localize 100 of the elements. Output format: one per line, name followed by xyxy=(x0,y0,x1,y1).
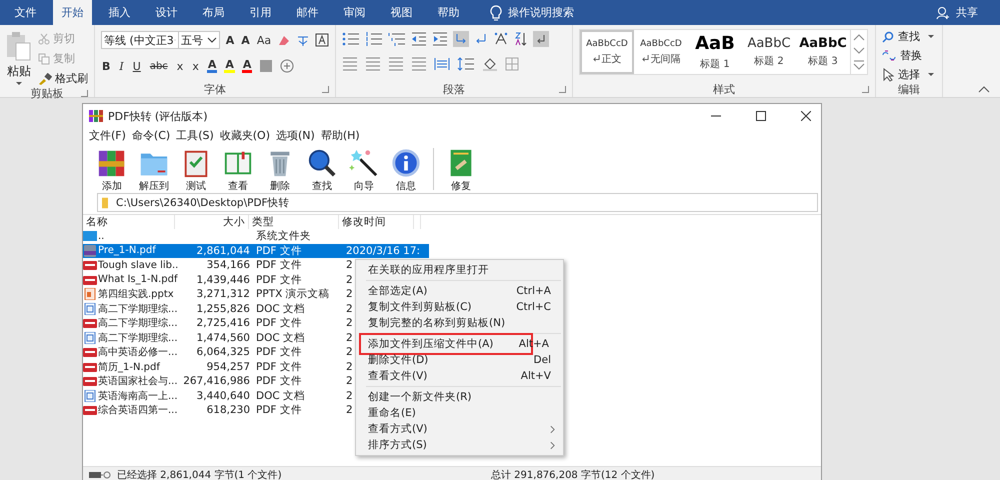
toolbar-button[interactable]: 向导 xyxy=(345,148,383,193)
context-menu-item[interactable]: 查看文件(V) Alt+V xyxy=(356,368,563,384)
group-label: 编辑 xyxy=(898,82,920,97)
file-modified: 2 xyxy=(346,404,353,416)
context-menu-item[interactable]: 复制文件到剪贴板(C) Ctrl+C xyxy=(356,299,563,315)
color-letter-button[interactable]: A xyxy=(206,59,218,73)
file-name: 英语海南高一上... xyxy=(98,390,178,403)
menu-item[interactable]: 工具(S) xyxy=(176,128,214,143)
path-field[interactable]: C:\Users\26340\Desktop\PDF快转 xyxy=(97,193,818,212)
group-label: 样式 xyxy=(713,82,735,96)
ribbon-tab[interactable]: 文件 xyxy=(6,0,45,25)
font-tool-button[interactable]: A xyxy=(224,34,236,46)
clipboard-command[interactable]: 格式刷 xyxy=(55,71,88,86)
context-menu-item[interactable]: 复制完整的名称到剪贴板(N) xyxy=(356,315,563,331)
file-modified: 2 xyxy=(346,302,353,315)
toolbar-button[interactable]: 查找 xyxy=(303,148,341,193)
file-modified: 2 xyxy=(346,259,353,272)
style-gallery-item[interactable]: AaBbC 标题 2 xyxy=(742,30,796,74)
toolbar-button[interactable]: 测试 xyxy=(177,148,215,193)
tell-me-search[interactable]: 操作说明搜索 xyxy=(508,5,574,20)
file-type: PDF 文件 xyxy=(255,258,303,272)
font-style-button[interactable]: abc xyxy=(148,60,169,72)
file-row[interactable]: Pre_1-N.pdf 2,861,044 PDF 文件 2020/3/16 17: xyxy=(83,244,429,258)
column-header[interactable]: 大小 xyxy=(175,215,249,229)
context-menu-item[interactable]: 创建一个新文件夹(R) xyxy=(356,389,563,405)
column-header[interactable]: 名称 xyxy=(83,215,175,229)
column-header[interactable]: 类型 xyxy=(249,215,339,229)
context-menu-item[interactable]: 全部选定(A) Ctrl+A xyxy=(356,283,563,299)
status-text: 已经选择 2,861,044 字节(1 个文件) xyxy=(117,468,283,480)
menu-item[interactable]: 文件(F) xyxy=(89,128,126,143)
toolbar-button[interactable]: 查看 xyxy=(219,148,257,193)
ribbon-tab[interactable]: 审阅 xyxy=(335,0,374,25)
column-header[interactable]: 修改时间 xyxy=(339,215,414,229)
file-modified: 2 xyxy=(346,346,353,358)
color-letter-button[interactable]: A xyxy=(242,59,252,73)
ribbon-tab[interactable]: 布局 xyxy=(194,0,233,25)
font-style-button[interactable]: B xyxy=(101,60,112,72)
font-style-button[interactable]: I xyxy=(118,60,125,72)
file-size: 1,474,560 xyxy=(196,332,251,344)
ribbon-tab[interactable]: 邮件 xyxy=(288,0,327,25)
file-name: What Is_1-N.pdf xyxy=(98,274,178,286)
file-size: 3,440,640 xyxy=(196,390,251,402)
menu-item[interactable]: 帮助(H) xyxy=(320,128,360,143)
ribbon-tab[interactable]: 开始 xyxy=(53,0,92,25)
style-gallery-item[interactable]: AaBbCcD 无间隔 xyxy=(634,30,688,74)
file-type: PDF 文件 xyxy=(255,403,303,418)
context-menu-item[interactable]: 重命名(E) xyxy=(356,405,563,421)
file-modified: 2 xyxy=(346,375,353,388)
window-title: PDF快转 (评估版本) xyxy=(108,108,208,124)
file-type: PDF 文件 xyxy=(255,374,303,388)
context-menu-item[interactable]: 在关联的应用程序里打开 xyxy=(356,262,563,278)
file-modified: 2 xyxy=(346,317,353,330)
file-name: 英语国家社会与... xyxy=(98,374,178,388)
file-size: 954,257 xyxy=(206,360,251,373)
status-text: 总计 291,876,208 字节(12 个文件) xyxy=(491,468,655,480)
font-name-dropdown[interactable]: 等线 (中文正3 xyxy=(101,31,179,49)
group-label: 段落 xyxy=(443,82,465,96)
file-size: 1,255,826 xyxy=(196,302,251,315)
toolbar-button[interactable]: 解压到 xyxy=(135,148,173,193)
menu-item[interactable]: 选项(N) xyxy=(276,128,315,143)
file-size: 618,230 xyxy=(206,404,251,416)
context-menu-item[interactable]: 查看方式(V) xyxy=(356,421,563,437)
file-row[interactable]: .. 系统文件夹 xyxy=(83,229,429,244)
ribbon-tab[interactable]: 设计 xyxy=(147,0,186,25)
toolbar-button[interactable]: 添加 xyxy=(93,148,131,193)
font-size-dropdown[interactable]: 五号 xyxy=(178,31,220,49)
style-gallery-item[interactable]: AaBbC 标题 3 xyxy=(796,30,850,74)
toolbar-button[interactable]: 删除 xyxy=(261,148,299,193)
file-modified: 2 xyxy=(346,390,353,402)
menu-item[interactable]: 收藏夹(O) xyxy=(220,128,270,143)
ribbon-tab[interactable]: 视图 xyxy=(382,0,421,25)
paste-button[interactable]: 粘贴 xyxy=(7,63,31,80)
file-size: 267,416,986 xyxy=(182,375,251,388)
editing-command[interactable]: 替换 xyxy=(900,48,922,63)
font-style-button[interactable]: x xyxy=(176,60,184,72)
file-type: PDF 文件 xyxy=(255,272,303,287)
style-gallery-item[interactable]: AaB 标题 1 xyxy=(688,30,742,74)
context-menu-item[interactable]: 排序方式(S) xyxy=(356,437,563,453)
toolbar-button[interactable]: 修复 xyxy=(442,148,480,193)
font-style-button[interactable]: U xyxy=(132,60,142,72)
editing-command[interactable]: 选择 xyxy=(898,67,920,82)
menu-item[interactable]: 命令(C) xyxy=(132,128,170,143)
ribbon-tab[interactable]: 引用 xyxy=(241,0,280,25)
toolbar-button[interactable]: 信息 xyxy=(387,148,425,193)
share-button[interactable]: 共享 xyxy=(956,5,978,20)
color-letter-button[interactable]: A xyxy=(224,59,235,73)
font-tool-button[interactable]: A xyxy=(240,34,251,46)
font-tool-button[interactable]: Aa xyxy=(256,34,272,46)
file-name: Tough slave lib... xyxy=(98,260,179,271)
editing-command[interactable]: 查找 xyxy=(898,29,920,44)
file-name: 高二下学期理综... xyxy=(98,332,178,345)
file-size: 2,725,416 xyxy=(196,317,251,330)
file-type: PDF 文件 xyxy=(255,360,303,374)
font-style-button[interactable]: x xyxy=(191,60,200,72)
file-modified: 2 xyxy=(346,288,353,300)
ribbon-tab[interactable]: 插入 xyxy=(100,0,139,25)
style-gallery-item[interactable]: AaBbCcD 正文 xyxy=(580,30,634,74)
ribbon-tab[interactable]: 帮助 xyxy=(429,0,468,25)
file-name: 高二下学期理综... xyxy=(98,302,178,316)
context-menu-item[interactable]: 删除文件(D) Del xyxy=(356,352,563,368)
